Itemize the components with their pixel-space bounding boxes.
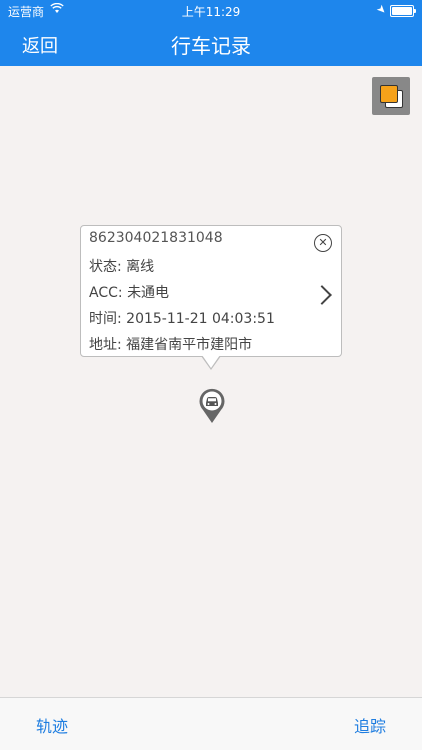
vehicle-info-popup: 862304021831048 ✕ 状态: 离线 ACC: 未通电 时间: 20… (80, 225, 342, 357)
chevron-right-icon[interactable] (312, 285, 332, 305)
header: 运营商 上午11:29 ➤ 返回 行车记录 (0, 0, 422, 66)
time-label: 时间: (89, 311, 122, 327)
follow-button[interactable]: 追踪 (354, 713, 386, 737)
acc-value: 未通电 (127, 285, 170, 301)
nav-bar: 返回 行车记录 (0, 22, 422, 66)
status-row: 状态: 离线 (89, 256, 154, 276)
time-row: 时间: 2015-11-21 04:03:51 (89, 308, 275, 328)
time-value: 2015-11-21 04:03:51 (126, 311, 275, 327)
layers-icon[interactable] (372, 77, 410, 115)
battery-icon (390, 5, 416, 17)
car-pin-icon[interactable] (196, 386, 228, 424)
acc-label: ACC: (89, 285, 123, 301)
address-label: 地址: (89, 337, 122, 353)
close-circle-icon[interactable]: ✕ (314, 234, 332, 252)
track-button[interactable]: 轨迹 (36, 713, 68, 737)
status-label: 状态: (89, 259, 122, 275)
popup-arrow-fill (202, 355, 220, 368)
status-bar: 运营商 上午11:29 ➤ (0, 0, 422, 22)
map-view[interactable] (0, 66, 422, 698)
acc-row: ACC: 未通电 (89, 282, 169, 302)
bottom-toolbar: 轨迹 追踪 (0, 697, 422, 750)
page-title: 行车记录 (171, 34, 251, 58)
device-id: 862304021831048 (89, 230, 223, 246)
status-time: 上午11:29 (181, 5, 241, 19)
status-value: 离线 (126, 259, 155, 275)
address-row: 地址: 福建省南平市建阳市 (89, 334, 252, 354)
address-value: 福建省南平市建阳市 (126, 337, 253, 353)
